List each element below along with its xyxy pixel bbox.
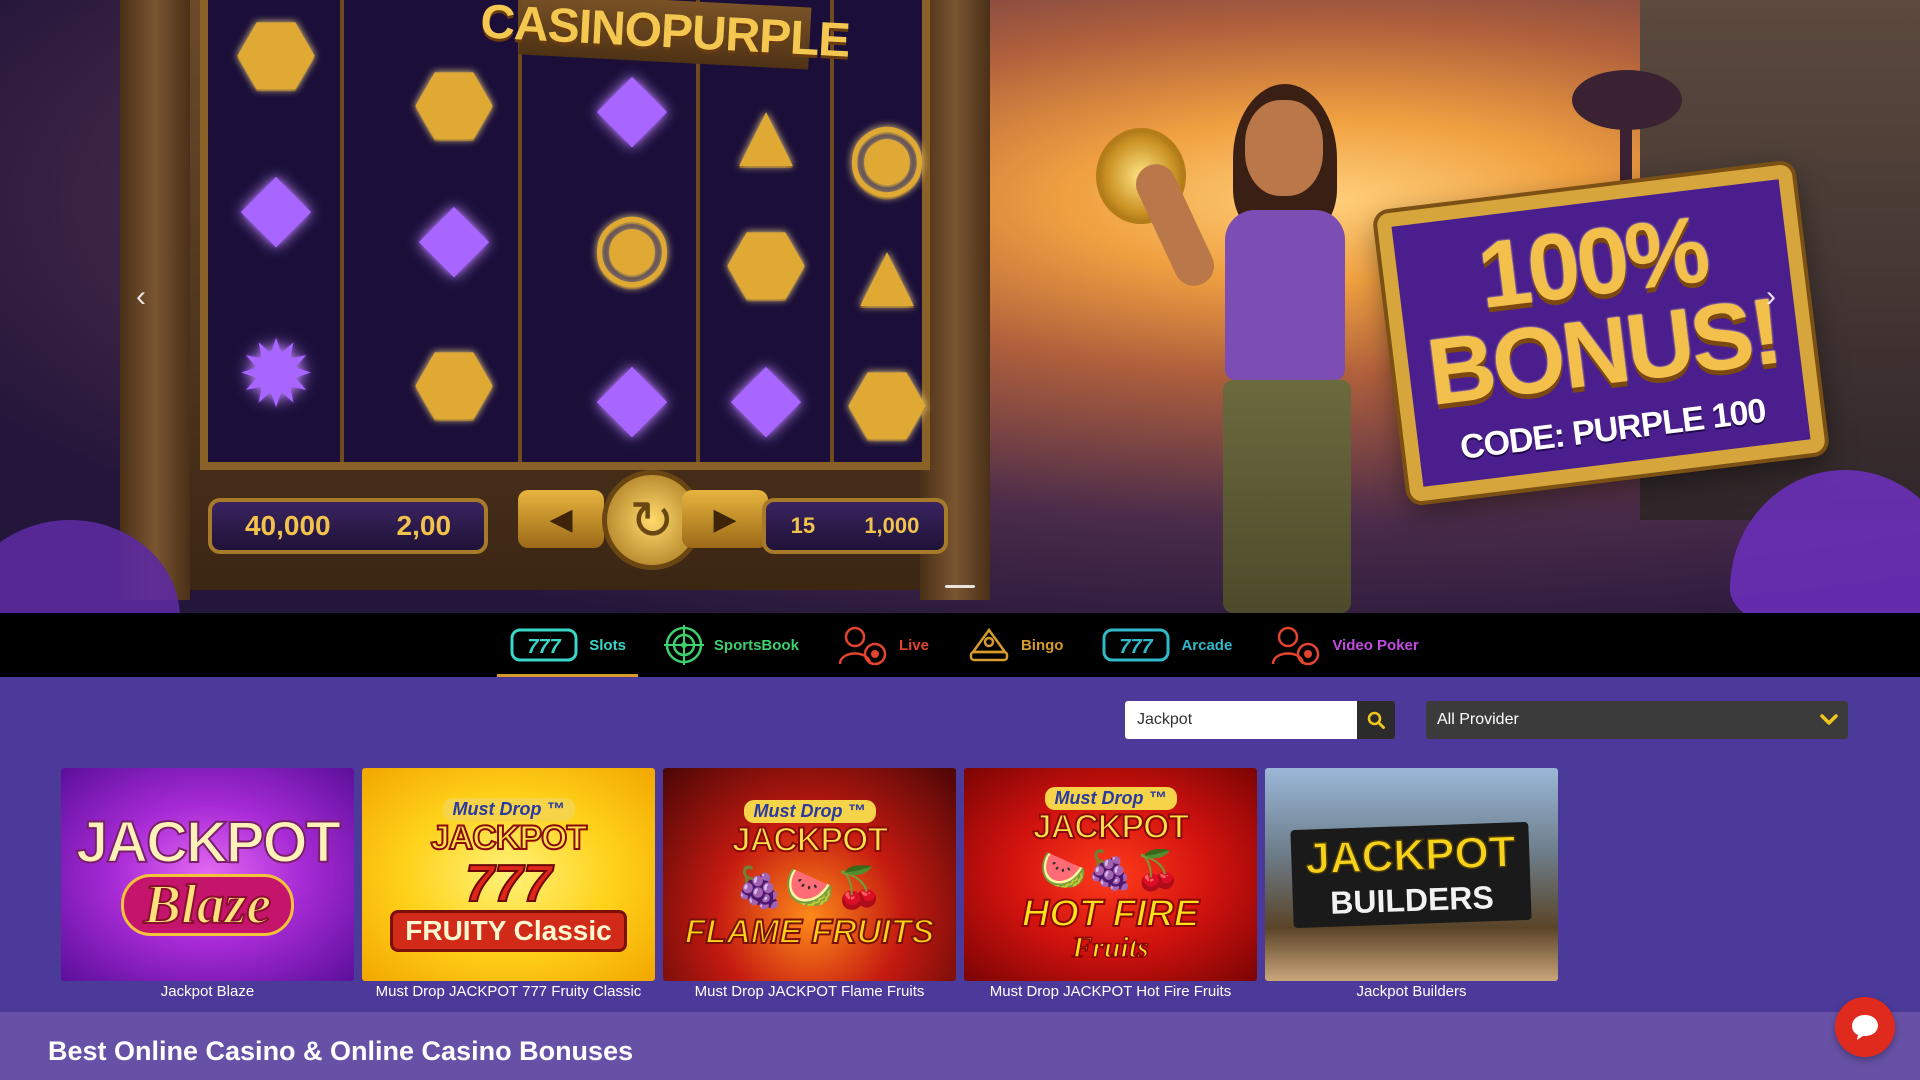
game-art-subtitle: HOT FIRE	[1021, 892, 1200, 935]
game-art-subtitle: BUILDERS	[1330, 878, 1495, 921]
tab-sportsbook-label: SportsBook	[713, 636, 799, 654]
search-icon	[1367, 711, 1385, 729]
mask-symbol-icon: ⬣	[413, 334, 495, 436]
fruit-cluster-icon: 🍇🍉🍒	[734, 866, 885, 910]
game-art-subtitle: FRUITY Classic	[390, 909, 627, 952]
game-name: Jackpot Blaze	[160, 983, 255, 1000]
tab-arcade-label: Arcade	[1181, 636, 1233, 654]
hero-banner[interactable]: ⬣ ◆ ✹ ⬣ ◆ ⬣ ◆ ◉ ◆ ▲ ⬣ ◆ ◉ ▲ ⬣ CASINOPURP…	[0, 0, 1920, 613]
game-tile[interactable]: JACKPOT Blaze Jackpot Blaze	[61, 768, 354, 1000]
balance-value: 40,000	[244, 510, 331, 541]
slot-reels: ⬣ ◆ ✹ ⬣ ◆ ⬣ ◆ ◉ ◆ ▲ ⬣ ◆ ◉ ▲ ⬣	[200, 0, 933, 470]
must-drop-badge: Must Drop ™	[743, 800, 876, 823]
live-chat-button[interactable]	[1835, 997, 1895, 1057]
tab-slots[interactable]: 777 Slots	[497, 613, 638, 677]
provider-select[interactable]: All Provider	[1426, 701, 1848, 739]
chat-bubble-icon	[1852, 1015, 1878, 1040]
game-name: Must Drop JACKPOT 777 Fruity Classic	[375, 983, 642, 1000]
purple-gem-icon: ◆	[596, 344, 668, 446]
carousel-prev-button[interactable]: ‹	[136, 280, 146, 314]
mask-symbol-icon: ⬣	[725, 214, 807, 316]
palm-tree-crown	[1572, 70, 1682, 130]
game-tile[interactable]: Must Drop ™ JACKPOT 777 FRUITY Classic M…	[362, 768, 655, 1000]
game-art-title: JACKPOT	[1304, 826, 1517, 884]
tab-bingo[interactable]: Bingo	[955, 613, 1076, 677]
games-section: All Provider JACKPOT Blaze Jackpot Blaze…	[0, 677, 1920, 1012]
temple-pillar-left	[120, 0, 190, 600]
mask-symbol-icon: ⬣	[413, 54, 495, 156]
chevron-down-icon	[1820, 714, 1838, 725]
slot-777-icon: 777	[510, 628, 578, 662]
gold-triangle-icon: ▲	[720, 84, 812, 186]
game-name: Jackpot Builders	[1356, 983, 1467, 1000]
win-value: 1,000	[864, 513, 920, 538]
game-name: Must Drop JACKPOT Flame Fruits	[694, 983, 925, 1000]
game-tile[interactable]: Must Drop ™ JACKPOT 🍇🍉🍒 FLAME FRUITS Mus…	[663, 768, 956, 1000]
balance-panel: 40,000 2,00	[208, 498, 488, 554]
slot-next-icon: ▶	[682, 490, 768, 548]
game-art-subtitle: FLAME FRUITS	[684, 913, 935, 951]
purple-chip-icon: ✹	[237, 324, 315, 426]
game-art-tagline: Fruits	[1071, 930, 1149, 964]
game-art-title: JACKPOT	[731, 820, 889, 860]
tab-slots-label: Slots	[589, 636, 626, 654]
seo-section: Best Online Casino & Online Casino Bonus…	[0, 1012, 1920, 1080]
game-art-title: JACKPOT	[430, 818, 588, 858]
section-heading: Best Online Casino & Online Casino Bonus…	[48, 1036, 634, 1066]
mask-symbol-icon: ⬣	[235, 4, 317, 106]
tab-bingo-label: Bingo	[1020, 636, 1064, 654]
fruit-cluster-icon: 🍉🍇🍒	[1039, 849, 1182, 892]
tab-video-poker-label: Video Poker	[1332, 636, 1419, 654]
mask-symbol-icon: ⬣	[846, 354, 928, 456]
tab-live[interactable]: Live	[825, 613, 941, 677]
slot-prev-icon: ◀	[518, 490, 604, 548]
game-art-plate: JACKPOT BUILDERS	[1290, 821, 1533, 928]
gold-triangle-icon: ▲	[841, 224, 933, 326]
game-name: Must Drop JACKPOT Hot Fire Fruits	[989, 983, 1232, 1000]
svg-text:777: 777	[528, 636, 562, 658]
svg-text:777: 777	[1120, 636, 1154, 658]
category-nav: 777 Slots SportsBook Live Bingo 777 Arca…	[0, 613, 1920, 677]
game-thumbnail: Must Drop ™ JACKPOT 🍉🍇🍒 HOT FIRE Fruits	[964, 768, 1257, 981]
adventurer-character	[1129, 60, 1385, 613]
game-thumbnail: JACKPOT BUILDERS	[1265, 768, 1558, 981]
game-thumbnail: JACKPOT Blaze	[61, 768, 354, 981]
game-tile[interactable]: JACKPOT BUILDERS Jackpot Builders	[1265, 768, 1558, 1000]
must-drop-badge: Must Drop ™	[1044, 786, 1177, 810]
live-dealer-icon	[838, 626, 887, 666]
game-search-input[interactable]	[1125, 701, 1357, 739]
gold-coin-icon: ◉	[591, 194, 673, 296]
game-grid: JACKPOT Blaze Jackpot Blaze Must Drop ™ …	[61, 768, 1558, 1000]
tab-arcade[interactable]: 777 Arcade	[1089, 613, 1244, 677]
tab-live-label: Live	[898, 636, 929, 654]
game-art-subtitle: Blaze	[120, 873, 295, 936]
game-art-title: JACKPOT	[1032, 807, 1190, 847]
purple-gem-icon: ◆	[730, 344, 802, 446]
carousel-next-button[interactable]: ›	[1766, 280, 1776, 314]
game-art-title: JACKPOT	[75, 809, 342, 875]
win-panel: 15 1,000	[762, 498, 948, 554]
game-thumbnail: Must Drop ™ JACKPOT 🍇🍉🍒 FLAME FRUITS	[663, 768, 956, 981]
gold-coin-icon: ◉	[846, 104, 928, 206]
game-art-number: 777	[464, 854, 553, 913]
purple-gem-icon: ◆	[240, 154, 312, 256]
video-poker-icon	[1272, 626, 1320, 666]
bonus-sign: 100% BONUS! CODE: PURPLE 100	[1375, 163, 1827, 503]
bingo-icon	[969, 627, 1009, 662]
tab-sportsbook[interactable]: SportsBook	[652, 613, 811, 677]
search-button[interactable]	[1357, 701, 1395, 739]
game-thumbnail: Must Drop ™ JACKPOT 777 FRUITY Classic	[362, 768, 655, 981]
provider-select-value: All Provider	[1437, 711, 1519, 728]
arcade-777-icon: 777	[1102, 628, 1170, 662]
game-tile[interactable]: Must Drop ™ JACKPOT 🍉🍇🍒 HOT FIRE Fruits …	[964, 768, 1257, 1000]
target-icon	[663, 625, 704, 665]
purple-gem-icon: ◆	[418, 184, 490, 286]
must-drop-badge: Must Drop ™	[442, 797, 575, 821]
carousel-dot-active[interactable]	[945, 585, 975, 588]
bet-value: 2,00	[396, 510, 452, 541]
lines-value: 15	[790, 513, 816, 538]
tab-video-poker[interactable]: Video Poker	[1258, 613, 1430, 677]
